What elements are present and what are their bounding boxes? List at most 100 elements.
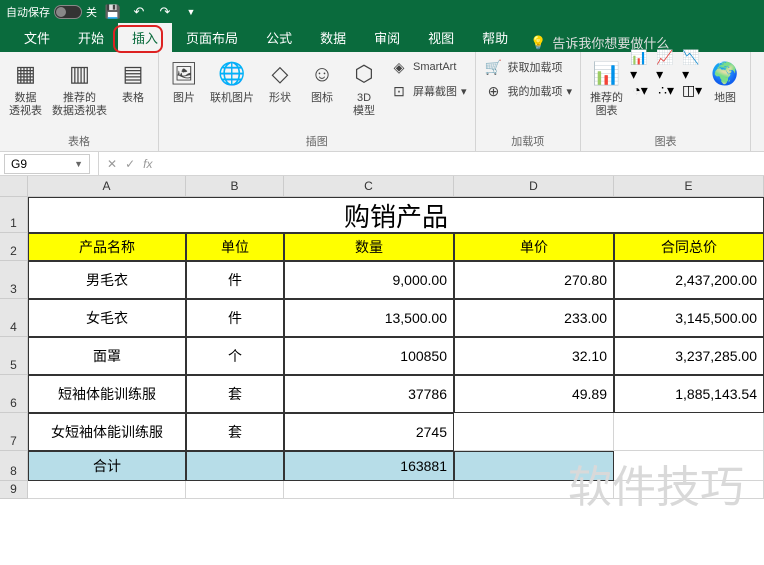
data-cell[interactable]: 49.89 [454,375,614,413]
redo-icon[interactable]: ↷ [157,4,173,20]
shapes-button[interactable]: ◇形状 [261,56,299,107]
empty-cell[interactable] [454,413,614,451]
data-cell[interactable]: 3,145,500.00 [614,299,764,337]
header-total[interactable]: 合同总价 [614,233,764,261]
row-header[interactable]: 4 [0,299,28,337]
autosave-label: 自动保存 [6,4,50,20]
data-cell[interactable]: 2745 [284,413,454,451]
data-cell[interactable]: 1,885,143.54 [614,375,764,413]
online-pics-button[interactable]: 🌐联机图片 [207,56,257,107]
table-button[interactable]: ▤表格 [114,56,152,107]
row-header[interactable]: 5 [0,337,28,375]
data-cell[interactable]: 个 [186,337,284,375]
empty-cell[interactable] [614,413,764,451]
row-header[interactable]: 9 [0,481,28,499]
header-price[interactable]: 单价 [454,233,614,261]
tab-formulas[interactable]: 公式 [252,23,306,52]
map-button[interactable]: 🌍地图 [706,56,744,107]
cancel-icon[interactable]: ✕ [107,157,117,171]
screenshot-button[interactable]: ⊡屏幕截图 ▾ [387,80,469,102]
data-cell[interactable]: 32.10 [454,337,614,375]
data-cell[interactable]: 37786 [284,375,454,413]
col-header-a[interactable]: A [28,176,186,196]
line-chart-icon[interactable]: 📈▾ [656,56,676,76]
toggle-switch[interactable] [54,5,82,19]
row-header[interactable]: 2 [0,233,28,261]
scatter-icon[interactable]: ∴▾ [656,80,676,100]
get-addins-button[interactable]: 🛒获取加载项 [482,56,575,78]
col-chart-icon[interactable]: 📉▾ [682,56,702,76]
col-header-b[interactable]: B [186,176,284,196]
empty-cell[interactable] [614,451,764,481]
total-label[interactable]: 合计 [28,451,186,481]
data-cell[interactable]: 套 [186,375,284,413]
rec-pivot-button[interactable]: ▥推荐的 数据透视表 [49,56,110,120]
tab-help[interactable]: 帮助 [468,23,522,52]
row-header[interactable]: 7 [0,413,28,451]
tab-data[interactable]: 数据 [306,23,360,52]
save-icon[interactable]: 💾 [105,4,121,20]
tab-layout[interactable]: 页面布局 [172,23,252,52]
col-header-d[interactable]: D [454,176,614,196]
qat-dropdown-icon[interactable]: ▼ [183,4,199,20]
smartart-button[interactable]: ◈SmartArt [387,56,469,78]
empty-cell[interactable] [284,481,454,499]
undo-icon[interactable]: ↶ [131,4,147,20]
fx-icon[interactable]: fx [143,157,152,171]
pivot-table-button[interactable]: ▦数据 透视表 [6,56,45,120]
3d-icon: ⬡ [348,58,380,90]
bar-chart-icon[interactable]: 📊▾ [630,56,650,76]
data-cell[interactable]: 9,000.00 [284,261,454,299]
icons-button[interactable]: ☺图标 [303,56,341,107]
header-name[interactable]: 产品名称 [28,233,186,261]
data-cell[interactable]: 件 [186,261,284,299]
header-unit[interactable]: 单位 [186,233,284,261]
tab-file[interactable]: 文件 [10,23,64,52]
data-cell[interactable]: 2,437,200.00 [614,261,764,299]
col-header-e[interactable]: E [614,176,764,196]
data-cell[interactable]: 3,237,285.00 [614,337,764,375]
tab-home[interactable]: 开始 [64,23,118,52]
addin-icon: ⊕ [484,81,504,101]
row-header[interactable]: 8 [0,451,28,481]
total-cell[interactable] [186,451,284,481]
title-cell[interactable]: 购销产品 [28,197,764,233]
my-addins-button[interactable]: ⊕我的加载项 ▾ [482,80,575,102]
ribbon: ▦数据 透视表 ▥推荐的 数据透视表 ▤表格 表格 🖼图片 🌐联机图片 ◇形状 … [0,52,764,152]
data-cell[interactable]: 面罩 [28,337,186,375]
empty-cell[interactable] [186,481,284,499]
data-cell[interactable]: 短袖体能训练服 [28,375,186,413]
name-box[interactable]: G9▼ [4,154,90,174]
data-cell[interactable]: 13,500.00 [284,299,454,337]
row-header[interactable]: 1 [0,197,28,233]
combo-icon[interactable]: ◫▾ [682,80,702,100]
row-header[interactable]: 3 [0,261,28,299]
autosave-toggle[interactable]: 自动保存 关 [6,4,97,20]
rec-charts-button[interactable]: 📊推荐的 图表 [587,56,626,120]
select-all-corner[interactable] [0,176,28,196]
chevron-down-icon[interactable]: ▼ [74,159,83,169]
data-cell[interactable]: 女毛衣 [28,299,186,337]
col-header-c[interactable]: C [284,176,454,196]
data-cell[interactable]: 233.00 [454,299,614,337]
tab-view[interactable]: 视图 [414,23,468,52]
pictures-button[interactable]: 🖼图片 [165,56,203,107]
empty-cell[interactable] [614,481,764,499]
hier-chart-icon[interactable]: ◔▾ [630,80,650,100]
data-cell[interactable]: 女短袖体能训练服 [28,413,186,451]
total-qty[interactable]: 163881 [284,451,454,481]
row-header[interactable]: 6 [0,375,28,413]
data-cell[interactable]: 270.80 [454,261,614,299]
empty-cell[interactable] [28,481,186,499]
tab-review[interactable]: 审阅 [360,23,414,52]
data-cell[interactable]: 件 [186,299,284,337]
tab-insert[interactable]: 插入 [118,23,172,52]
header-qty[interactable]: 数量 [284,233,454,261]
data-cell[interactable]: 100850 [284,337,454,375]
3d-model-button[interactable]: ⬡3D 模型 [345,56,383,120]
empty-cell[interactable] [454,481,614,499]
total-cell[interactable] [454,451,614,481]
data-cell[interactable]: 套 [186,413,284,451]
data-cell[interactable]: 男毛衣 [28,261,186,299]
enter-icon[interactable]: ✓ [125,157,135,171]
